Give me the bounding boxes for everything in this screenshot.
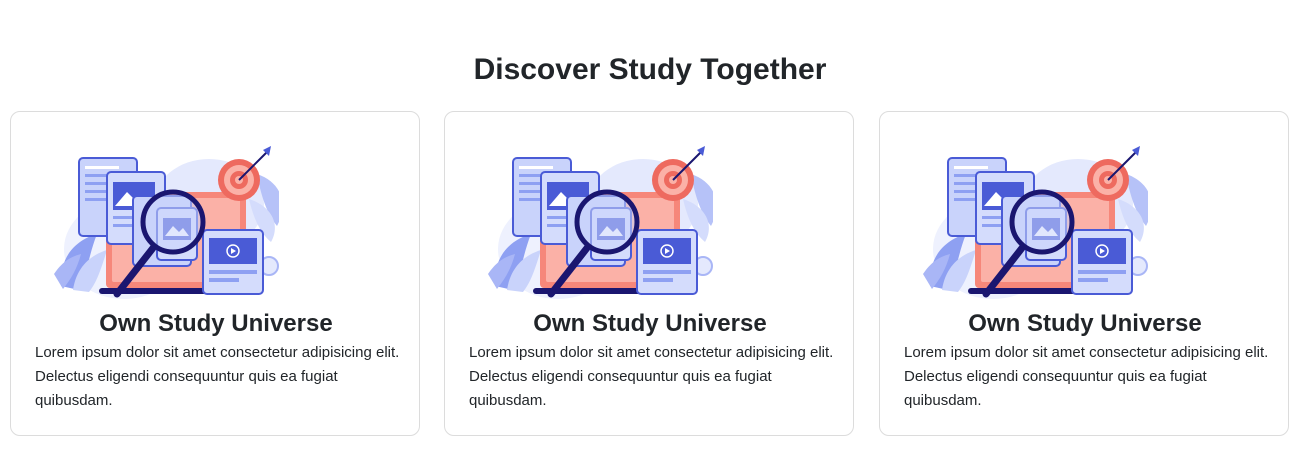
study-research-illustration-icon — [49, 144, 279, 304]
card-text: Lorem ipsum dolor sit amet consectetur a… — [35, 344, 400, 409]
feature-card: Own Study Universe Lorem ipsum dolor sit… — [879, 111, 1289, 436]
feature-card: Own Study Universe Lorem ipsum dolor sit… — [444, 111, 854, 436]
section-title: Discover Study Together — [473, 53, 827, 86]
page: Discover Study Together Own Study Univer… — [0, 0, 1300, 472]
card-title: Own Study Universe — [533, 310, 767, 337]
study-research-illustration-icon — [918, 144, 1148, 304]
card-text: Lorem ipsum dolor sit amet consectetur a… — [469, 344, 834, 409]
feature-card: Own Study Universe Lorem ipsum dolor sit… — [10, 111, 420, 436]
card-title: Own Study Universe — [99, 310, 333, 337]
study-research-illustration-icon — [483, 144, 713, 304]
card-text: Lorem ipsum dolor sit amet consectetur a… — [904, 344, 1269, 409]
feature-cards: Own Study Universe Lorem ipsum dolor sit… — [10, 111, 1290, 436]
card-title: Own Study Universe — [968, 310, 1202, 337]
